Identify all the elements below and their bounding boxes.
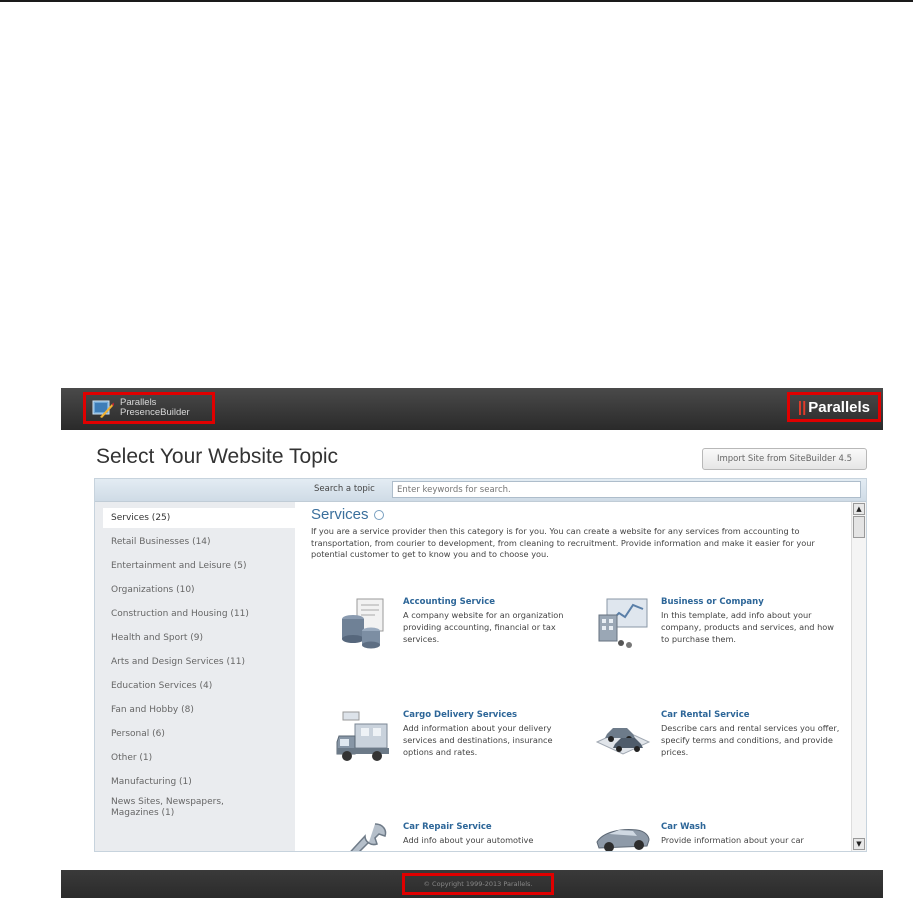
topic-description: In this template, add info about your co… <box>661 610 835 644</box>
content-scrollbar[interactable]: ▲ ▼ <box>851 502 866 851</box>
parallels-logo[interactable]: || Parallels <box>787 392 881 422</box>
topic-description: Add information about your delivery serv… <box>403 723 553 757</box>
topic-card[interactable]: Car Wash Provide information about your … <box>593 820 843 851</box>
topic-card[interactable]: Accounting Service A company website for… <box>335 595 585 675</box>
scroll-up-icon[interactable]: ▲ <box>853 503 865 515</box>
sidebar-item-manufacturing[interactable]: Manufacturing (1) <box>103 772 295 792</box>
collapse-icon[interactable] <box>373 509 384 520</box>
app-window: Parallels PresenceBuilder || Parallels S… <box>61 388 883 898</box>
presence-builder-brand[interactable]: Parallels PresenceBuilder <box>83 392 215 424</box>
sidebar-item-personal[interactable]: Personal (6) <box>103 724 295 744</box>
category-sidebar: Services (25) Retail Businesses (14) Ent… <box>95 502 295 851</box>
topic-panel: Search a topic Services (25) Retail Busi… <box>94 478 867 852</box>
sidebar-item-organizations[interactable]: Organizations (10) <box>103 580 295 600</box>
topic-description: Add info about your automotive <box>403 835 534 845</box>
topic-content: Services If you are a service provider t… <box>295 502 850 851</box>
section-title-text: Services <box>311 506 369 523</box>
topic-title[interactable]: Business or Company <box>661 597 764 607</box>
topic-title[interactable]: Car Wash <box>661 822 706 832</box>
topic-description: Describe cars and rental services you of… <box>661 723 840 757</box>
app-header: Parallels PresenceBuilder || Parallels <box>61 388 883 430</box>
sidebar-item-retail[interactable]: Retail Businesses (14) <box>103 532 295 552</box>
sidebar-item-education[interactable]: Education Services (4) <box>103 676 295 696</box>
brand-line-2: PresenceBuilder <box>120 407 190 418</box>
app-footer: © Copyright 1999-2013 Parallels. <box>61 870 883 898</box>
sidebar-item-arts[interactable]: Arts and Design Services (11) <box>103 652 295 672</box>
topic-card[interactable]: Car Rental Service Describe cars and ren… <box>593 708 843 788</box>
topic-title[interactable]: Accounting Service <box>403 597 495 607</box>
sidebar-item-entertainment[interactable]: Entertainment and Leisure (5) <box>103 556 295 576</box>
parallels-bars-icon: || <box>797 398 807 416</box>
import-site-button[interactable]: Import Site from SiteBuilder 4.5 <box>702 448 867 470</box>
business-icon <box>593 595 651 653</box>
sidebar-item-other[interactable]: Other (1) <box>103 748 295 768</box>
scrollbar-thumb[interactable] <box>853 516 865 538</box>
search-input[interactable] <box>392 481 861 498</box>
topic-title[interactable]: Car Repair Service <box>403 822 492 832</box>
search-bar: Search a topic <box>95 479 866 502</box>
sidebar-item-services[interactable]: Services (25) <box>103 508 295 528</box>
topic-card[interactable]: Cargo Delivery Services Add information … <box>335 708 585 788</box>
sidebar-item-fan-hobby[interactable]: Fan and Hobby (8) <box>103 700 295 720</box>
topic-card[interactable]: Car Repair Service Add info about your a… <box>335 820 585 851</box>
section-title: Services <box>311 506 384 523</box>
parallels-logo-text: Parallels <box>808 398 870 416</box>
brand-name: Parallels PresenceBuilder <box>120 398 190 418</box>
presence-builder-logo-icon <box>92 398 114 418</box>
accounting-icon <box>335 595 393 653</box>
sidebar-item-news[interactable]: News Sites, Newspapers, Magazines (1) <box>103 796 253 822</box>
topic-title[interactable]: Car Rental Service <box>661 710 750 720</box>
section-description: If you are a service provider then this … <box>311 526 815 559</box>
scroll-down-icon[interactable]: ▼ <box>853 838 865 850</box>
sidebar-item-health[interactable]: Health and Sport (9) <box>103 628 295 648</box>
copyright-text: © Copyright 1999-2013 Parallels. <box>402 873 554 895</box>
sidebar-item-construction[interactable]: Construction and Housing (11) <box>103 604 295 624</box>
truck-icon <box>335 708 393 766</box>
search-label: Search a topic <box>314 484 375 494</box>
wrench-icon <box>335 820 393 851</box>
topic-title[interactable]: Cargo Delivery Services <box>403 710 517 720</box>
topic-description: A company website for an organization pr… <box>403 610 564 644</box>
topic-card[interactable]: Business or Company In this template, ad… <box>593 595 843 675</box>
car-rental-icon <box>593 708 651 766</box>
topic-description: Provide information about your car <box>661 835 804 845</box>
page-title: Select Your Website Topic <box>96 445 339 468</box>
car-icon <box>593 820 651 851</box>
top-divider <box>0 0 913 2</box>
